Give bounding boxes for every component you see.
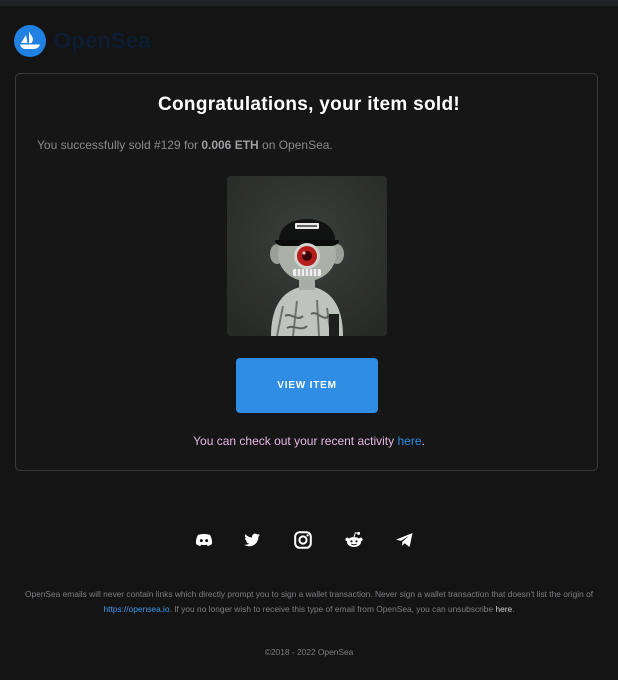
nft-image[interactable] bbox=[227, 176, 387, 336]
origin-link[interactable]: https://opensea.io bbox=[103, 604, 169, 614]
sale-price: 0.006 ETH bbox=[201, 138, 259, 152]
logo-wordmark: OpenSea bbox=[54, 28, 151, 53]
instagram-icon[interactable] bbox=[293, 530, 313, 550]
disclaimer-text-3: . bbox=[512, 604, 515, 614]
card-title: Congratulations, your item sold! bbox=[157, 94, 460, 115]
footer-disclaimer: OpenSea emails will never contain links … bbox=[14, 587, 604, 617]
view-item-button[interactable]: VIEW ITEM bbox=[236, 358, 378, 413]
top-bar bbox=[0, 0, 618, 6]
social-links bbox=[0, 530, 618, 550]
unsubscribe-link[interactable]: here bbox=[495, 604, 512, 614]
activity-line: You can check out your recent activity h… bbox=[0, 434, 618, 448]
disclaimer-text: OpenSea emails will never contain links … bbox=[24, 589, 594, 599]
copyright: ©2018 - 2022 OpenSea bbox=[264, 647, 354, 657]
reddit-icon[interactable] bbox=[344, 530, 364, 550]
sale-message-prefix: You successfully sold #129 for bbox=[37, 138, 202, 152]
telegram-icon[interactable] bbox=[394, 530, 414, 550]
twitter-icon[interactable] bbox=[242, 530, 262, 550]
opensea-logo[interactable]: OpenSea bbox=[14, 25, 151, 57]
activity-link[interactable]: here bbox=[397, 434, 421, 448]
activity-suffix: . bbox=[421, 434, 425, 448]
activity-text: You can check out your recent activity bbox=[193, 434, 398, 448]
sale-message: You successfully sold #129 for 0.006 ETH… bbox=[37, 138, 333, 152]
disclaimer-text-2: . If you no longer wish to receive this … bbox=[169, 604, 496, 614]
opensea-logo-icon bbox=[14, 25, 46, 57]
sale-message-suffix: on OpenSea. bbox=[258, 138, 333, 152]
discord-icon[interactable] bbox=[194, 530, 214, 550]
